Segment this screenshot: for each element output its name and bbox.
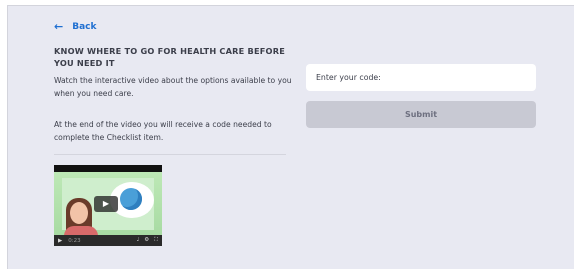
gear-icon[interactable]: ⚙ bbox=[144, 237, 149, 244]
arrow-left-icon: ← bbox=[54, 20, 64, 33]
submit-button[interactable]: Submit bbox=[306, 101, 536, 128]
code-input[interactable] bbox=[306, 64, 536, 91]
play-button[interactable]: ▶ bbox=[94, 196, 118, 212]
fullscreen-icon[interactable]: ⛶ bbox=[154, 237, 158, 244]
back-link[interactable]: ← Back bbox=[54, 21, 96, 32]
video-player[interactable]: ▶ ▶ 0:23 ♩ ⚙ ⛶ bbox=[54, 165, 162, 246]
video-time: 0:23 bbox=[68, 237, 81, 244]
control-play-icon[interactable]: ▶ bbox=[58, 238, 62, 244]
control-group: ♩ ⚙ ⛶ bbox=[137, 237, 158, 244]
video-controls: ▶ 0:23 ♩ ⚙ ⛶ bbox=[54, 235, 162, 246]
page-title: KNOW WHERE TO GO FOR HEALTH CARE BEFORE … bbox=[54, 46, 286, 68]
main-panel: ← Back KNOW WHERE TO GO FOR HEALTH CARE … bbox=[7, 5, 574, 269]
code-info-text: At the end of the video you will receive… bbox=[54, 120, 272, 142]
globe-icon bbox=[120, 188, 142, 210]
back-label: Back bbox=[72, 21, 97, 32]
instructions-text: Watch the interactive video about the op… bbox=[54, 76, 292, 98]
volume-icon[interactable]: ♩ bbox=[137, 237, 140, 244]
divider bbox=[54, 154, 286, 155]
play-icon: ▶ bbox=[102, 199, 110, 208]
video-thumbnail: ▶ bbox=[54, 172, 162, 242]
presenter-face bbox=[70, 202, 88, 224]
